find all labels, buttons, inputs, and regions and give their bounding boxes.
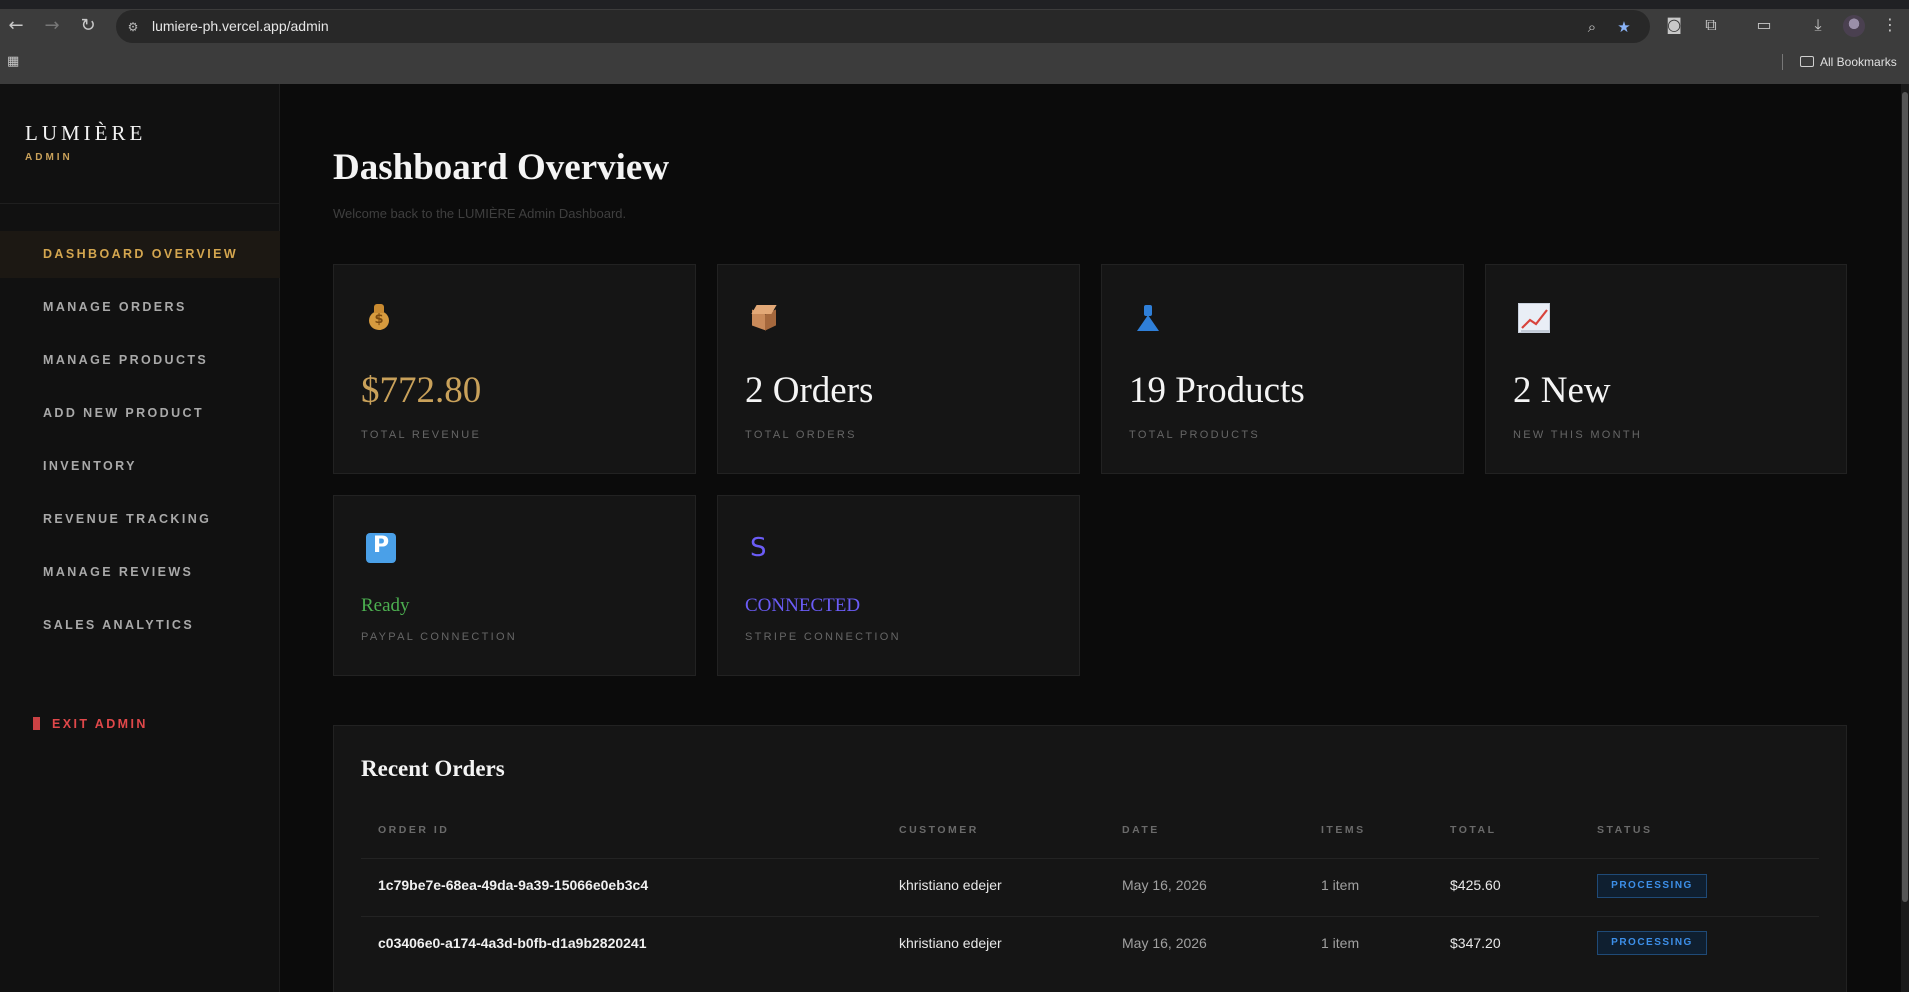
forward-icon[interactable]: → — [40, 14, 64, 38]
sidebar-item-manage-reviews[interactable]: MANAGE REVIEWS — [0, 549, 280, 596]
order-total: $425.60 — [1450, 877, 1501, 893]
order-items: 1 item — [1321, 877, 1360, 893]
sidebar-item-revenue-tracking[interactable]: REVENUE TRACKING — [0, 496, 280, 543]
exit-admin-label: EXIT ADMIN — [52, 717, 148, 731]
order-id[interactable]: 1c79be7e-68ea-49da-9a39-15066e0eb3c4 — [378, 877, 648, 893]
stat-value: $772.80 — [361, 370, 482, 411]
scrollbar-thumb[interactable] — [1902, 92, 1908, 902]
bookmark-star-icon[interactable]: ★ — [1614, 17, 1634, 37]
page-title: Dashboard Overview — [333, 147, 670, 188]
connection-label: PAYPAL CONNECTION — [361, 631, 518, 643]
table-row-divider — [361, 916, 1819, 917]
order-date: May 16, 2026 — [1122, 877, 1207, 893]
sidebar-item-sales-analytics[interactable]: SALES ANALYTICS — [0, 602, 280, 649]
order-date: May 16, 2026 — [1122, 935, 1207, 951]
sidebar-item-inventory[interactable]: INVENTORY — [0, 443, 280, 490]
column-header-date: DATE — [1122, 824, 1160, 836]
stat-label: NEW THIS MONTH — [1513, 429, 1643, 441]
back-icon[interactable]: ← — [4, 14, 28, 38]
column-header-total: TOTAL — [1450, 824, 1497, 836]
table-header-divider — [361, 858, 1819, 859]
sidebar-item-add-new-product[interactable]: ADD NEW PRODUCT — [0, 390, 280, 437]
stat-value: 2 Orders — [745, 370, 874, 411]
brand-name: LUMIÈRE — [25, 121, 147, 145]
brand[interactable]: LUMIÈRE ADMIN — [25, 121, 146, 163]
profile-avatar[interactable] — [1843, 15, 1865, 37]
download-icon[interactable]: ⤓ — [1806, 13, 1830, 37]
stat-label: TOTAL PRODUCTS — [1129, 429, 1261, 441]
column-header-order-id: ORDER ID — [378, 824, 450, 836]
extensions-icon[interactable]: ⧉ — [1699, 13, 1723, 37]
status-badge: PROCESSING — [1597, 874, 1707, 898]
address-bar[interactable]: ⚙ lumiere-ph.vercel.app/admin ⌕ ★ — [116, 10, 1650, 43]
connection-status: CONNECTED — [745, 595, 861, 616]
stat-card-total-orders: 2 Orders TOTAL ORDERS — [717, 264, 1080, 474]
folder-icon — [1800, 56, 1814, 67]
status-badge: PROCESSING — [1597, 931, 1707, 955]
recent-orders-title: Recent Orders — [361, 756, 505, 781]
stat-value: 2 New — [1513, 370, 1611, 411]
apps-grid-icon[interactable]: ▦ — [7, 54, 23, 70]
exit-door-icon — [33, 717, 40, 730]
brand-subtitle: ADMIN — [25, 152, 73, 163]
sidebar-nav: DASHBOARD OVERVIEW MANAGE ORDERS MANAGE … — [0, 231, 280, 655]
camera-icon[interactable]: ◙ — [1662, 13, 1686, 37]
menu-kebab-icon[interactable]: ⋮ — [1878, 13, 1902, 37]
package-icon — [750, 303, 780, 333]
exit-admin-button[interactable]: EXIT ADMIN — [33, 714, 148, 734]
chart-increasing-icon — [1518, 303, 1550, 333]
sidebar: LUMIÈRE ADMIN DASHBOARD OVERVIEW MANAGE … — [0, 84, 280, 992]
admin-page: LUMIÈRE ADMIN DASHBOARD OVERVIEW MANAGE … — [0, 84, 1909, 992]
connection-status: Ready — [361, 595, 410, 616]
sidebar-divider — [0, 203, 280, 204]
stat-label: TOTAL REVENUE — [361, 429, 482, 441]
connection-card-stripe: S CONNECTED STRIPE CONNECTION — [717, 495, 1080, 676]
order-customer: khristiano edejer — [899, 877, 1002, 893]
paypal-p-icon: P — [366, 533, 396, 563]
money-bag-icon — [366, 303, 396, 333]
url-text[interactable]: lumiere-ph.vercel.app/admin — [152, 10, 329, 43]
sidebar-item-manage-products[interactable]: MANAGE PRODUCTS — [0, 337, 280, 384]
tab-strip — [0, 0, 1909, 9]
page-scrollbar[interactable] — [1901, 84, 1909, 992]
column-header-items: ITEMS — [1321, 824, 1366, 836]
reload-icon[interactable]: ↻ — [76, 14, 100, 38]
order-items: 1 item — [1321, 935, 1360, 951]
order-id[interactable]: c03406e0-a174-4a3d-b0fb-d1a9b2820241 — [378, 935, 647, 951]
order-customer: khristiano edejer — [899, 935, 1002, 951]
stat-card-total-revenue: $772.80 TOTAL REVENUE — [333, 264, 696, 474]
all-bookmarks-label: All Bookmarks — [1820, 55, 1897, 69]
order-total: $347.20 — [1450, 935, 1501, 951]
main-content: Dashboard Overview Welcome back to the L… — [281, 84, 1901, 992]
column-header-status: STATUS — [1597, 824, 1653, 836]
bookmarks-divider — [1782, 54, 1783, 70]
browser-chrome: ← → ↻ ⚙ lumiere-ph.vercel.app/admin ⌕ ★ … — [0, 0, 1909, 84]
site-settings-icon[interactable]: ⚙ — [124, 18, 142, 36]
recent-orders-panel: Recent Orders ORDER ID CUSTOMER DATE ITE… — [333, 725, 1847, 992]
page-subtitle: Welcome back to the LUMIÈRE Admin Dashbo… — [333, 206, 627, 221]
stat-card-new-this-month: 2 New NEW THIS MONTH — [1485, 264, 1847, 474]
sidebar-item-manage-orders[interactable]: MANAGE ORDERS — [0, 284, 280, 331]
stat-card-total-products: 19 Products TOTAL PRODUCTS — [1101, 264, 1464, 474]
tab-search-icon[interactable]: ▭ — [1752, 13, 1776, 37]
dress-icon — [1134, 303, 1164, 333]
connection-card-paypal: P Ready PAYPAL CONNECTION — [333, 495, 696, 676]
column-header-customer: CUSTOMER — [899, 824, 979, 836]
stat-value: 19 Products — [1129, 370, 1305, 411]
connection-label: STRIPE CONNECTION — [745, 631, 901, 643]
stripe-s-icon: S — [750, 533, 767, 563]
stat-label: TOTAL ORDERS — [745, 429, 857, 441]
zoom-icon[interactable]: ⌕ — [1582, 17, 1602, 37]
all-bookmarks-button[interactable]: All Bookmarks — [1800, 52, 1897, 72]
sidebar-item-dashboard-overview[interactable]: DASHBOARD OVERVIEW — [0, 231, 280, 278]
